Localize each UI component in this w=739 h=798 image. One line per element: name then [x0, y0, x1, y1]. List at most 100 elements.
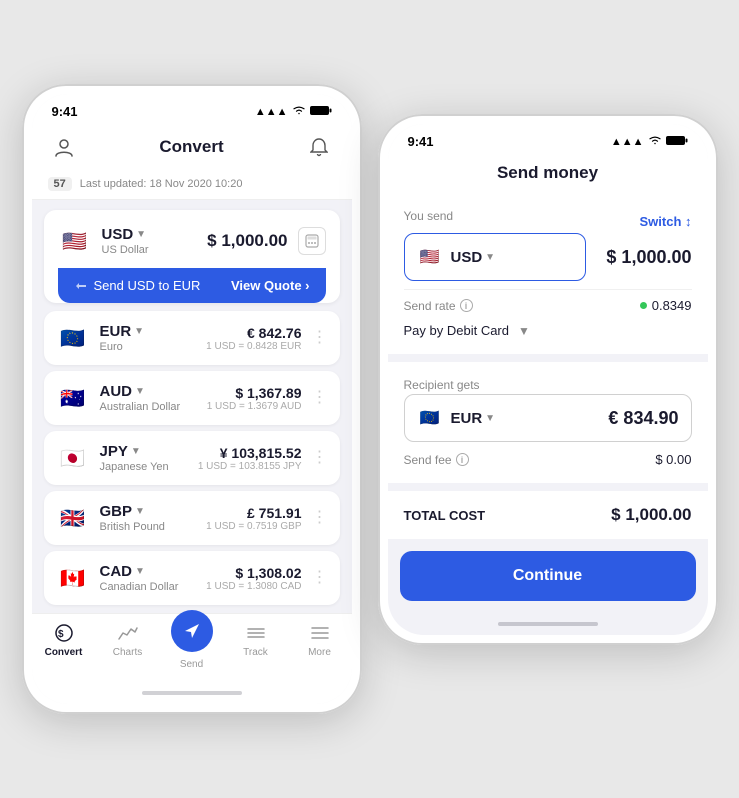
- send-usd-code: USD ▼: [451, 249, 496, 266]
- list-item[interactable]: 🇨🇦 CAD ▼ Canadian Dollar: [44, 551, 340, 605]
- status-icons: ▲▲▲: [255, 105, 332, 119]
- tab-track-label: Track: [243, 647, 268, 658]
- send-home-bar: [498, 622, 598, 626]
- tab-convert[interactable]: $ Convert: [32, 622, 96, 670]
- signal-icon: ▲▲▲: [255, 106, 288, 118]
- tab-bar: $ Convert Charts: [32, 613, 352, 682]
- send-header: Send money: [388, 155, 708, 195]
- tab-send[interactable]: Send: [160, 622, 224, 670]
- pay-method-row[interactable]: Pay by Debit Card ▼: [404, 317, 692, 340]
- tab-send-label: Send: [180, 659, 203, 670]
- phone-send: 9:41 ▲▲▲: [378, 114, 718, 645]
- tab-more[interactable]: More: [288, 622, 352, 670]
- send-currency-selector[interactable]: 🇺🇸 USD ▼: [404, 233, 587, 281]
- rate-value: 0.8349: [640, 298, 692, 313]
- rate-label: Send rate i: [404, 299, 473, 313]
- update-bar: 57 Last updated: 18 Nov 2020 10:20: [32, 171, 352, 200]
- send-page-title: Send money: [497, 163, 598, 182]
- eur-code: EUR ▼: [100, 323, 145, 340]
- send-signal-icon: ▲▲▲: [611, 136, 644, 148]
- view-quote-btn[interactable]: View Quote ›: [231, 278, 310, 293]
- usd-chevron: ▼: [136, 229, 146, 240]
- cad-code: CAD ▼: [100, 563, 179, 580]
- gbp-flag: 🇬🇧: [56, 501, 90, 535]
- send-status-time: 9:41: [408, 134, 434, 149]
- main-currency-code: USD ▼: [102, 226, 149, 243]
- you-send-label-row: You send Switch ↕: [404, 209, 692, 233]
- continue-button[interactable]: Continue: [400, 551, 696, 601]
- send-usd-flag: 🇺🇸: [417, 244, 443, 270]
- gbp-code: GBP ▼: [100, 503, 165, 520]
- main-currency-name: US Dollar: [102, 244, 149, 256]
- fee-value: $ 0.00: [655, 452, 691, 467]
- recipient-left: 🇪🇺 EUR ▼: [417, 405, 496, 431]
- recipient-eur-code: EUR ▼: [451, 410, 496, 427]
- aud-right: $ 1,367.89 1 USD = 1.3679 AUD ⋮: [207, 385, 328, 412]
- status-bar: 9:41 ▲▲▲: [32, 94, 352, 125]
- home-bar: [142, 691, 242, 695]
- main-currency-info: USD ▼ US Dollar: [102, 226, 149, 256]
- send-battery-icon: [666, 135, 688, 149]
- aud-left: 🇦🇺 AUD ▼ Australian Dollar: [56, 381, 181, 415]
- eur-right: € 842.76 1 USD = 0.8428 EUR ⋮: [206, 325, 327, 352]
- jpy-left: 🇯🇵 JPY ▼ Japanese Yen: [56, 441, 169, 475]
- rate-info-icon[interactable]: i: [460, 299, 473, 312]
- bell-icon[interactable]: [305, 133, 333, 161]
- currency-list: 🇪🇺 EUR ▼ Euro € 842.76: [32, 311, 352, 605]
- you-send-section: You send Switch ↕ 🇺🇸 USD ▼: [388, 195, 708, 354]
- home-indicator: [32, 682, 352, 704]
- tab-convert-label: Convert: [45, 647, 83, 658]
- recipient-currency-box[interactable]: 🇪🇺 EUR ▼ € 834.90: [404, 394, 692, 442]
- list-item[interactable]: 🇯🇵 JPY ▼ Japanese Yen ¥ 1: [44, 431, 340, 485]
- tab-track[interactable]: Track: [224, 622, 288, 670]
- wifi-icon: [292, 105, 306, 118]
- fee-row: Send fee i $ 0.00: [404, 442, 692, 469]
- eur-menu-icon[interactable]: ⋮: [312, 330, 328, 346]
- send-status-icons: ▲▲▲: [611, 135, 688, 149]
- cad-name: Canadian Dollar: [100, 581, 179, 593]
- svg-text:$: $: [58, 629, 64, 640]
- action-bar[interactable]: Send USD to EUR View Quote ›: [58, 268, 326, 303]
- send-home-indicator: [388, 613, 708, 635]
- tab-more-label: More: [308, 647, 331, 658]
- jpy-menu-icon[interactable]: ⋮: [312, 450, 328, 466]
- total-cost-label: TOTAL COST: [404, 508, 486, 523]
- list-item[interactable]: 🇪🇺 EUR ▼ Euro € 842.76: [44, 311, 340, 365]
- calculator-icon[interactable]: [298, 227, 326, 255]
- gbp-name: British Pound: [100, 521, 165, 533]
- jpy-code: JPY ▼: [100, 443, 169, 460]
- fee-info-icon[interactable]: i: [456, 453, 469, 466]
- profile-icon[interactable]: [50, 133, 78, 161]
- send-icon: [171, 610, 213, 652]
- convert-screen: 9:41 ▲▲▲: [32, 94, 352, 704]
- status-time: 9:41: [52, 104, 78, 119]
- cad-menu-icon[interactable]: ⋮: [312, 570, 328, 586]
- more-icon: [309, 622, 331, 644]
- phone-send-screen: 9:41 ▲▲▲: [388, 124, 708, 635]
- update-badge: 57: [48, 177, 72, 191]
- pay-method-chevron: ▼: [518, 324, 530, 338]
- aud-menu-icon[interactable]: ⋮: [312, 390, 328, 406]
- main-currency-row: 🇺🇸 USD ▼ US Dollar $ 1,000.00: [58, 224, 326, 258]
- switch-button[interactable]: Switch ↕: [639, 214, 691, 229]
- main-currency-card[interactable]: 🇺🇸 USD ▼ US Dollar $ 1,000.00: [44, 210, 340, 303]
- usd-flag: 🇺🇸: [58, 224, 92, 258]
- list-item[interactable]: 🇬🇧 GBP ▼ British Pound £: [44, 491, 340, 545]
- tab-charts[interactable]: Charts: [96, 622, 160, 670]
- tab-charts-label: Charts: [113, 647, 142, 658]
- you-send-label: You send: [404, 209, 454, 223]
- main-currency-left: 🇺🇸 USD ▼ US Dollar: [58, 224, 149, 258]
- jpy-flag: 🇯🇵: [56, 441, 90, 475]
- send-amount-value: $ 1,000.00: [606, 247, 691, 268]
- update-text: Last updated: 18 Nov 2020 10:20: [80, 178, 243, 190]
- list-item[interactable]: 🇦🇺 AUD ▼ Australian Dollar: [44, 371, 340, 425]
- gbp-left: 🇬🇧 GBP ▼ British Pound: [56, 501, 165, 535]
- rate-row: Send rate i 0.8349: [404, 289, 692, 317]
- main-currency-amount: $ 1,000.00: [207, 231, 287, 251]
- gbp-menu-icon[interactable]: ⋮: [312, 510, 328, 526]
- recipient-amount: € 834.90: [608, 408, 678, 429]
- total-cost-value: $ 1,000.00: [611, 505, 691, 525]
- send-usd-chevron: ▼: [485, 252, 495, 263]
- charts-icon: [117, 622, 139, 644]
- jpy-name: Japanese Yen: [100, 461, 169, 473]
